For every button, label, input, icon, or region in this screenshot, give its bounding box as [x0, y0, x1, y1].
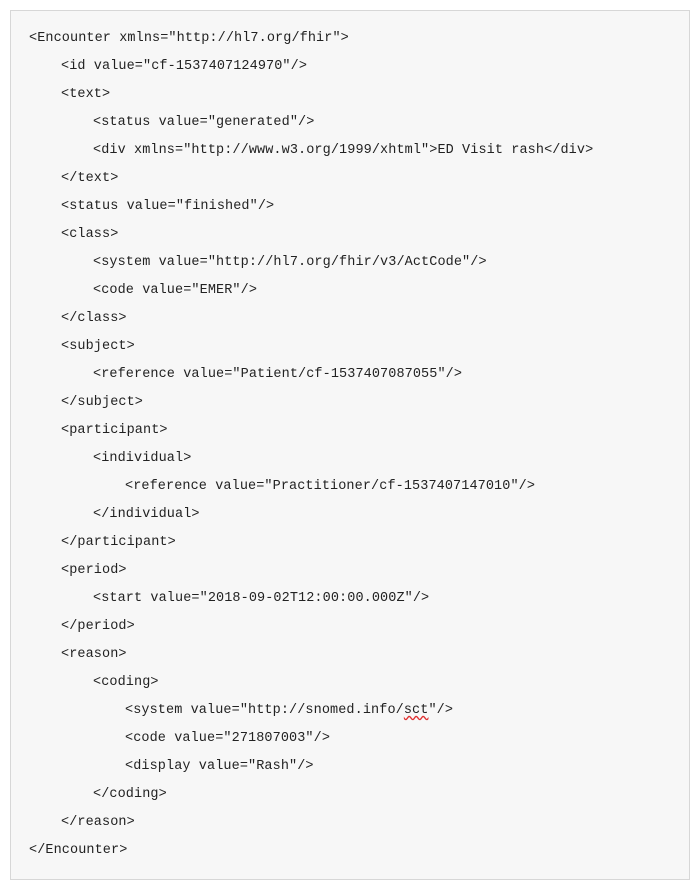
code-text: <system value="http://snomed.info/	[125, 703, 404, 718]
code-block: <Encounter xmlns="http://hl7.org/fhir"> …	[10, 10, 690, 880]
code-line: <Encounter xmlns="http://hl7.org/fhir">	[29, 25, 671, 53]
code-line: <code value="271807003"/>	[29, 725, 671, 753]
code-line: </Encounter>	[29, 837, 671, 865]
code-line: <period>	[29, 557, 671, 585]
code-line: <coding>	[29, 669, 671, 697]
code-line: <individual>	[29, 445, 671, 473]
spellcheck-underline: sct	[404, 703, 429, 718]
code-line: <reference value="Practitioner/cf-153740…	[29, 473, 671, 501]
code-line: </subject>	[29, 389, 671, 417]
code-line: <display value="Rash"/>	[29, 753, 671, 781]
code-line: </coding>	[29, 781, 671, 809]
code-line: <participant>	[29, 417, 671, 445]
code-line: <text>	[29, 81, 671, 109]
code-line: <system value="http://hl7.org/fhir/v3/Ac…	[29, 249, 671, 277]
code-line: <div xmlns="http://www.w3.org/1999/xhtml…	[29, 137, 671, 165]
code-line: <status value="generated"/>	[29, 109, 671, 137]
code-line: <subject>	[29, 333, 671, 361]
code-line: <start value="2018-09-02T12:00:00.000Z"/…	[29, 585, 671, 613]
code-line: </individual>	[29, 501, 671, 529]
code-line: <system value="http://snomed.info/sct"/>	[29, 697, 671, 725]
code-line: <id value="cf-1537407124970"/>	[29, 53, 671, 81]
code-line: </text>	[29, 165, 671, 193]
code-line: </class>	[29, 305, 671, 333]
code-line: <reference value="Patient/cf-15374070870…	[29, 361, 671, 389]
code-line: <status value="finished"/>	[29, 193, 671, 221]
code-text: "/>	[428, 703, 453, 718]
code-line: <reason>	[29, 641, 671, 669]
code-line: </reason>	[29, 809, 671, 837]
code-line: <class>	[29, 221, 671, 249]
code-line: </participant>	[29, 529, 671, 557]
code-line: </period>	[29, 613, 671, 641]
code-line: <code value="EMER"/>	[29, 277, 671, 305]
